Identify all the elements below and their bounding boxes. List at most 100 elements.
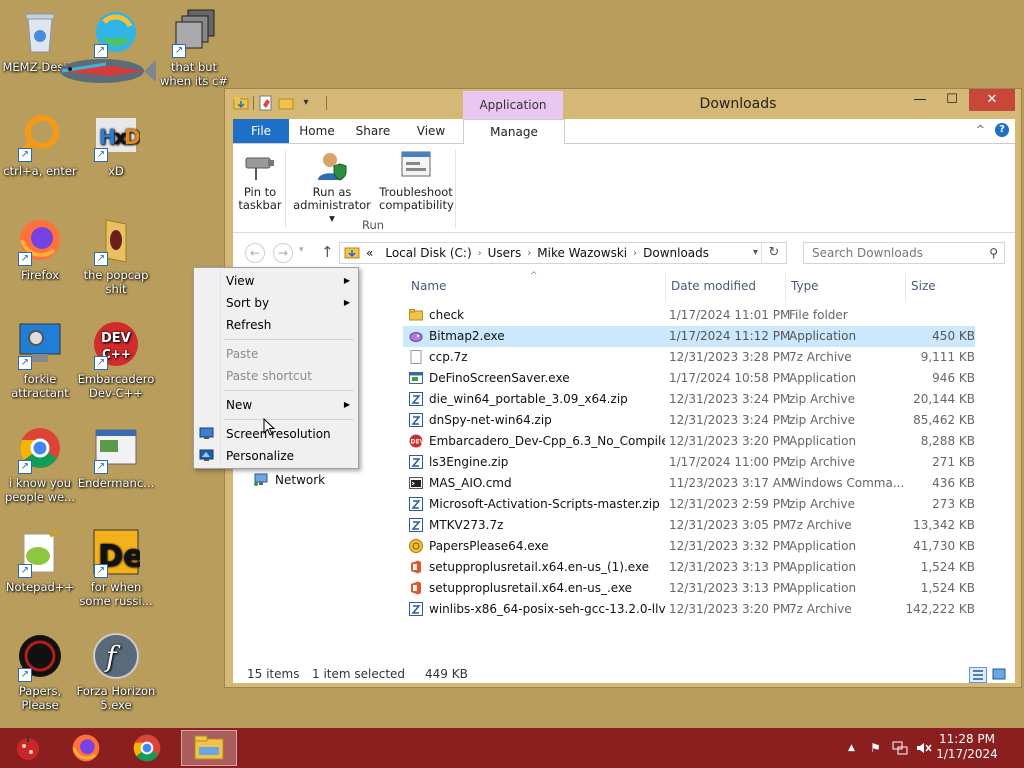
file-row[interactable]: PapersPlease64.exe 12/31/2023 3:32 PM Appl…	[403, 536, 975, 557]
menu-item-paste-shortcut[interactable]: Paste shortcut	[194, 365, 358, 387]
file-type: Windows Comma...	[789, 476, 905, 490]
back-button[interactable]: ←	[245, 243, 265, 263]
desktop-icon-ctrl-a[interactable]: ↗ ctrl+a, enter	[0, 112, 80, 178]
column-header-date[interactable]: Date modified	[671, 279, 756, 293]
file-row[interactable]: dnSpy-net-win64.zip 12/31/2023 3:24 PM zip…	[403, 410, 975, 431]
taskbar-file-explorer[interactable]	[181, 730, 237, 766]
minimize-button[interactable]: —	[905, 89, 935, 111]
file-row[interactable]: MTKV273.7z 12/31/2023 3:05 PM 7z Archive 13…	[403, 515, 975, 536]
file-date: 12/31/2023 3:20 PM	[669, 602, 791, 616]
desktop-icon-de[interactable]: De ↗ for when some russi...	[76, 528, 156, 608]
desktop-icon-devcpp[interactable]: DEV C++ ↗ Embarcadero Dev-C++	[76, 320, 156, 400]
tab-view[interactable]: View	[401, 119, 461, 143]
close-button[interactable]: ✕	[969, 89, 1015, 111]
maximize-button[interactable]: ☐	[937, 89, 967, 111]
menu-item-paste[interactable]: Paste	[194, 343, 358, 365]
file-date: 1/17/2024 11:01 PM	[669, 308, 791, 322]
file-row[interactable]: ls3Engine.zip 1/17/2024 11:00 PM zip Archi…	[403, 452, 975, 473]
action-center-flag-icon[interactable]: ⚑	[870, 741, 881, 755]
file-size: 142,222 KB	[905, 602, 975, 616]
tab-share[interactable]: Share	[345, 119, 401, 143]
address-dropdown-icon[interactable]: ▾	[753, 247, 758, 258]
file-explorer-icon	[194, 735, 224, 760]
up-button[interactable]: ↑	[321, 243, 334, 261]
desktop-icon-forza[interactable]: f Forza Horizon 5.exe	[76, 632, 156, 712]
file-row[interactable]: DeFinoScreenSaver.exe 1/17/2024 10:58 PM A…	[403, 368, 975, 389]
collapse-ribbon-icon[interactable]: ^	[976, 123, 985, 137]
breadcrumb-chevron-icon[interactable]: ›	[633, 248, 637, 259]
desktop-icon-notepadpp[interactable]: ↗ Notepad++	[0, 528, 80, 594]
menu-item-sort-by[interactable]: Sort by ▶	[194, 292, 358, 314]
file-row[interactable]: winlibs-x86_64-posix-seh-gcc-13.2.0-llv.…	[403, 599, 975, 620]
refresh-icon[interactable]: ↻	[761, 243, 786, 263]
recent-locations-icon[interactable]: ▾	[299, 245, 304, 255]
navpane-item-network[interactable]: Network	[253, 473, 325, 487]
tab-manage[interactable]: Manage	[463, 119, 565, 145]
details-view-icon[interactable]	[969, 667, 987, 683]
breadcrumb-chevron-icon[interactable]: ›	[478, 248, 482, 259]
taskbar-firefox[interactable]	[58, 730, 114, 766]
address-bar[interactable]: « Local Disk (C:) › Users › Mike Wazowsk…	[339, 242, 787, 264]
file-row[interactable]: setupproplusretail.x64.en-us_(1).exe 12/3…	[403, 557, 975, 578]
file-size: 946 KB	[932, 371, 975, 385]
column-header-type[interactable]: Type	[791, 279, 819, 293]
file-row[interactable]: MAS_AIO.cmd 11/23/2023 3:17 AM Windows Com…	[403, 473, 975, 494]
breadcrumb-downloads[interactable]: Downloads	[643, 246, 709, 260]
file-row[interactable]: die_win64_portable_3.09_x64.zip 12/31/202…	[403, 389, 975, 410]
breadcrumb-user[interactable]: Mike Wazowski	[537, 246, 627, 260]
help-icon[interactable]: ?	[995, 123, 1009, 137]
desktop-icon-popcap[interactable]: ↗ the popcap shit	[76, 216, 156, 296]
sort-ascending-icon: ^	[530, 271, 538, 281]
file-type: zip Archive	[789, 497, 855, 511]
breadcrumb-chevron-icon[interactable]: ›	[527, 248, 531, 259]
troubleshoot-icon	[398, 150, 434, 182]
search-input[interactable]: Search Downloads ⚲	[803, 242, 1005, 264]
breadcrumb-local-disk[interactable]: Local Disk (C:)	[385, 246, 471, 260]
file-row[interactable]: Microsoft-Activation-Scripts-master.zip 1…	[403, 494, 975, 515]
title-bar[interactable]: ▾ Application Tools Downloads — ☐ ✕	[225, 89, 1021, 140]
desktop-icon-chrome[interactable]: ↗ i know you people we...	[0, 424, 80, 504]
network-tray-icon[interactable]	[892, 741, 908, 758]
taskbar-clock[interactable]: 11:28 PM 1/17/2024	[932, 732, 1002, 762]
desktop-icon-forkie[interactable]: ↗ forkie attractant	[0, 320, 80, 400]
menu-item-view[interactable]: View ▶	[194, 270, 358, 292]
large-icons-view-icon[interactable]	[991, 667, 1009, 683]
ribbon-controls: ^ ?	[976, 123, 1009, 137]
file-row[interactable]: DEV Embarcadero_Dev-Cpp_6.3_No_Compiler..…	[403, 431, 975, 452]
breadcrumb-users[interactable]: Users	[488, 246, 522, 260]
desktop-icon-endermanch[interactable]: ↗ Endermanc...	[76, 424, 156, 490]
file-type: Application	[789, 329, 857, 343]
start-button[interactable]	[0, 730, 56, 766]
address-overflow[interactable]: «	[366, 246, 373, 260]
column-header-size[interactable]: Size	[911, 279, 936, 293]
desktop-icon-stacked[interactable]: ↗ that but when its c#	[154, 8, 234, 88]
tab-home[interactable]: Home	[289, 119, 345, 143]
ribbon-tabs: File Home Share View Manage ^ ?	[233, 119, 1015, 145]
menu-item-new[interactable]: New ▶	[194, 394, 358, 416]
tab-file[interactable]: File	[233, 119, 289, 143]
file-row[interactable]: Bitmap2.exe 1/17/2024 11:12 PM Application…	[403, 326, 975, 347]
column-header-name[interactable]: Name	[411, 279, 446, 293]
desktop-icon-papers-please[interactable]: ↗ Papers, Please	[0, 632, 80, 712]
troubleshoot-compatibility-button[interactable]: Troubleshoot compatibility	[379, 150, 454, 212]
file-name: MTKV273.7z	[429, 518, 504, 532]
desktop-icon-hxd[interactable]: HxD ↗ xD	[76, 112, 156, 178]
column-divider[interactable]	[665, 273, 666, 301]
forward-button[interactable]: →	[273, 243, 293, 263]
run-as-administrator-button[interactable]: Run as administrator ▾	[293, 150, 371, 225]
volume-muted-icon[interactable]	[916, 741, 932, 758]
submenu-arrow-icon: ▶	[343, 276, 350, 285]
menu-item-screen-resolution[interactable]: Screen resolution	[194, 423, 358, 445]
menu-item-personalize[interactable]: Personalize	[194, 445, 358, 467]
file-row[interactable]: setupproplusretail.x64.en-us_.exe 12/31/2…	[403, 578, 975, 599]
show-hidden-icons-icon[interactable]: ▲	[848, 743, 855, 753]
column-divider[interactable]	[905, 273, 906, 301]
desktop-icon-firefox[interactable]: ↗ Firefox	[0, 216, 80, 282]
file-row[interactable]: check 1/17/2024 11:01 PM File folder	[403, 305, 975, 326]
file-row[interactable]: ccp.7z 12/31/2023 3:28 PM 7z Archive 9,111 …	[403, 347, 975, 368]
shortcut-arrow-icon: ↗	[94, 460, 108, 474]
taskbar-chrome[interactable]	[119, 730, 175, 766]
column-divider[interactable]	[785, 273, 786, 301]
menu-item-refresh[interactable]: Refresh	[194, 314, 358, 336]
pin-to-taskbar-button[interactable]: Pin to taskbar	[237, 150, 283, 212]
